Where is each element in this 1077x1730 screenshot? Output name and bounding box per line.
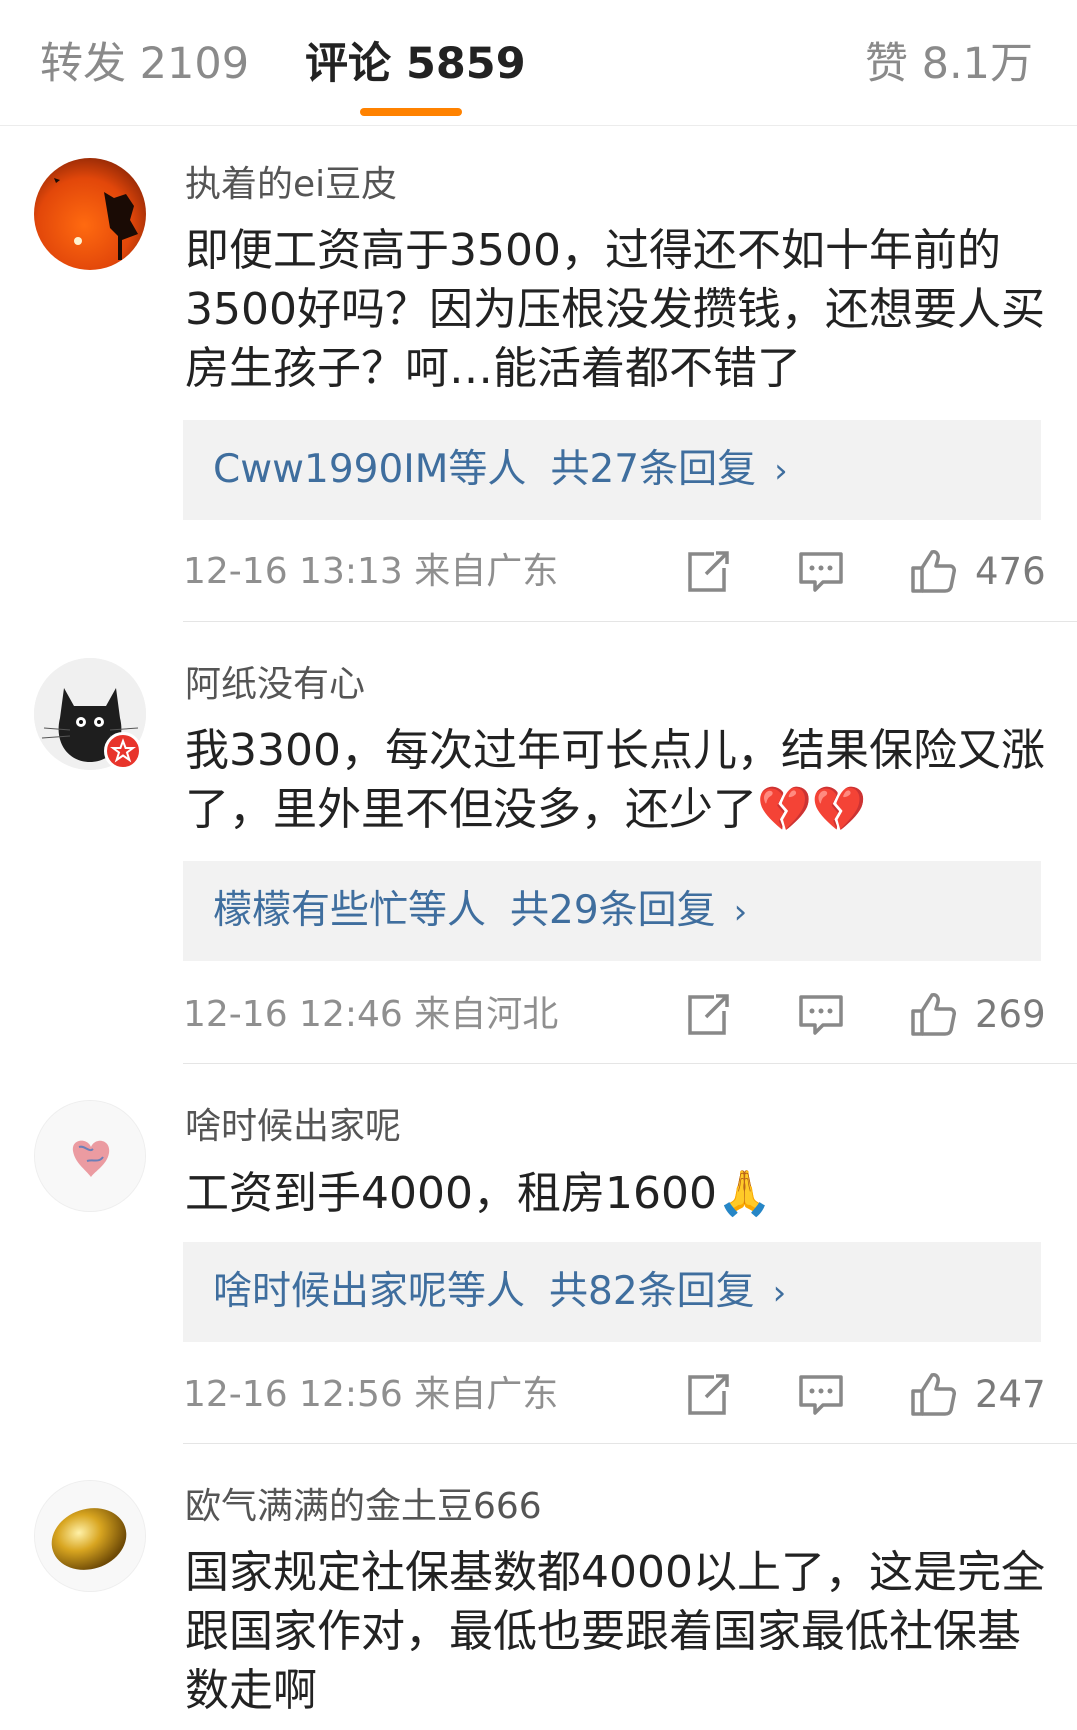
golden-potato-avatar[interactable] bbox=[34, 1480, 146, 1592]
chevron-right-icon: › bbox=[733, 892, 748, 932]
comment-username[interactable]: 欧气满满的金土豆666 bbox=[185, 1485, 542, 1529]
sunset-avatar[interactable] bbox=[34, 158, 146, 270]
comment-username[interactable]: 啥时候出家呢 bbox=[185, 1105, 401, 1149]
heart-sketch-avatar[interactable] bbox=[34, 1100, 146, 1212]
comment-username[interactable]: 执着的ei豆皮 bbox=[185, 163, 397, 207]
reply-count: 共27条回复 bbox=[550, 447, 757, 492]
chevron-right-icon: › bbox=[774, 451, 788, 491]
active-tab-indicator bbox=[360, 108, 462, 116]
reply-count: 共29条回复 bbox=[510, 888, 716, 933]
divider bbox=[183, 1063, 1077, 1064]
tab-reposts[interactable]: 转发 2109 bbox=[40, 36, 249, 92]
comment-text: 即便工资高于3500，过得还不如十年前的3500好吗？因为压根没发攒钱，还想要人… bbox=[185, 225, 1045, 394]
comment-icon[interactable] bbox=[797, 993, 845, 1037]
share-icon[interactable] bbox=[684, 993, 732, 1037]
reply-users: 檬檬有些忙等人 bbox=[213, 888, 487, 933]
chevron-right-icon: › bbox=[772, 1273, 787, 1313]
like-count: 247 bbox=[975, 1373, 1046, 1416]
verified-badge-icon bbox=[104, 732, 142, 770]
comment-meta: 12-16 13:13 来自广东 bbox=[183, 551, 559, 592]
share-icon[interactable] bbox=[684, 1373, 732, 1417]
comment-text: 国家规定社保基数都4000以上了，这是完全跟国家作对，最低也要跟着国家最低社保基… bbox=[185, 1547, 1045, 1716]
replies-summary[interactable]: 啥时候出家呢等人 共82条回复 › bbox=[183, 1242, 1041, 1342]
replies-summary[interactable]: 檬檬有些忙等人 共29条回复 › bbox=[183, 861, 1041, 961]
comment-meta: 12-16 12:56 来自广东 bbox=[183, 1374, 559, 1415]
like-count: 269 bbox=[975, 993, 1046, 1036]
tab-likes[interactable]: 赞 8.1万 bbox=[865, 36, 1033, 92]
comment-username[interactable]: 阿纸没有心 bbox=[185, 663, 365, 707]
comment-text: 我3300，每次过年可长点儿，结果保险又涨了，里外里不但没多，还少了💔💔 bbox=[185, 725, 1045, 835]
comment-tabs: 转发 2109 评论 5859 赞 8.1万 bbox=[0, 0, 1077, 126]
reply-users: 啥时候出家呢等人 bbox=[213, 1269, 526, 1314]
divider bbox=[183, 621, 1077, 622]
thumbs-up-icon[interactable] bbox=[909, 991, 957, 1036]
divider bbox=[183, 1443, 1077, 1444]
tab-comments[interactable]: 评论 5859 bbox=[305, 36, 526, 92]
like-count: 476 bbox=[975, 550, 1046, 593]
comment-icon[interactable] bbox=[797, 550, 845, 594]
comment-text: 工资到手4000，租房1600🙏 bbox=[185, 1168, 772, 1219]
comment-meta: 12-16 12:46 来自河北 bbox=[183, 994, 559, 1035]
thumbs-up-icon[interactable] bbox=[909, 1371, 957, 1416]
thumbs-up-icon[interactable] bbox=[909, 548, 957, 593]
reply-users: Cww1990IM等人 bbox=[213, 447, 527, 492]
reply-count: 共82条回复 bbox=[549, 1269, 755, 1314]
replies-summary[interactable]: Cww1990IM等人 共27条回复 › bbox=[183, 420, 1041, 520]
comment-icon[interactable] bbox=[797, 1373, 845, 1417]
share-icon[interactable] bbox=[684, 550, 732, 594]
